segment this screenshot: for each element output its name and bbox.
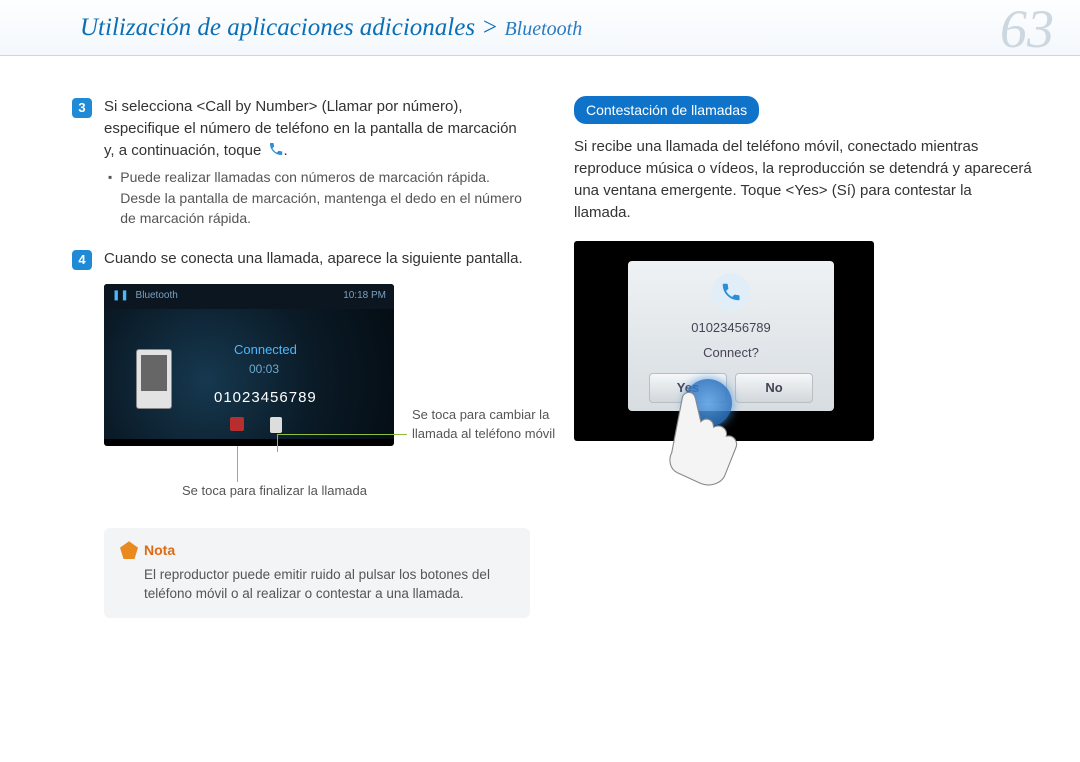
- note-label: Nota: [144, 540, 175, 560]
- page-header: Utilización de aplicaciones adicionales …: [0, 0, 1080, 56]
- ss1-title-text: Bluetooth: [136, 290, 178, 301]
- bullet-dot: ▪: [108, 169, 112, 228]
- device-screenshot-connected: ❚❚ Bluetooth 10:18 PM Connected 00:03 01…: [104, 284, 394, 446]
- right-paragraph: Si recibe una llamada del teléfono móvil…: [574, 136, 1032, 223]
- incoming-number: 01023456789: [628, 319, 834, 338]
- pause-icon: ❚❚: [112, 290, 129, 301]
- ss1-clock: 10:18 PM: [343, 289, 386, 304]
- breadcrumb: Utilización de aplicaciones adicionales …: [80, 14, 1040, 42]
- left-column: 3 Si selecciona <Call by Number> (Llamar…: [72, 96, 530, 618]
- note-text: El reproductor puede emitir ruido al pul…: [144, 566, 514, 604]
- section-pill: Contestación de llamadas: [574, 96, 759, 124]
- figure-1-wrap: ❚❚ Bluetooth 10:18 PM Connected 00:03 01…: [72, 284, 530, 504]
- phone-illustration: [136, 349, 172, 409]
- breadcrumb-sub: Bluetooth: [504, 18, 582, 40]
- call-icon: [268, 141, 284, 157]
- device-screenshot-incoming: 01023456789 Connect? Yes No: [574, 241, 874, 441]
- callout-endcall-text: Se toca para finalizar la llamada: [182, 482, 382, 501]
- content: 3 Si selecciona <Call by Number> (Llamar…: [0, 56, 1080, 638]
- step-3-text: Si selecciona <Call by Number> (Llamar p…: [104, 98, 517, 159]
- step-3-period: .: [284, 142, 288, 159]
- note-icon: [120, 541, 138, 559]
- ss1-body: Connected 00:03 01023456789: [104, 309, 394, 439]
- incoming-question: Connect?: [628, 344, 834, 363]
- step-3-bullet-text: Puede realizar llamadas con números de m…: [120, 167, 530, 228]
- end-call-icon[interactable]: [230, 417, 244, 431]
- note-head: Nota: [120, 540, 514, 560]
- breadcrumb-main: Utilización de aplicaciones adicionales: [80, 14, 475, 41]
- connected-label: Connected: [234, 341, 297, 360]
- right-column: Contestación de llamadas Si recibe una l…: [574, 96, 1032, 618]
- step-number-4: 4: [72, 250, 92, 270]
- ss1-action-icons: [230, 417, 282, 433]
- step-4: 4 Cuando se conecta una llamada, aparece…: [72, 248, 530, 270]
- breadcrumb-sep: >: [481, 14, 498, 41]
- callout-line: [277, 434, 407, 435]
- page-number: 63: [1000, 0, 1054, 60]
- step-3-bullet: ▪ Puede realizar llamadas con números de…: [108, 167, 530, 228]
- switch-to-phone-icon[interactable]: [270, 417, 282, 433]
- callout-switch-text: Se toca para cambiar la llamada al teléf…: [412, 406, 562, 444]
- note-box: Nota El reproductor puede emitir ruido a…: [104, 528, 530, 618]
- step-3-body: Si selecciona <Call by Number> (Llamar p…: [104, 96, 530, 234]
- hand-illustration: [664, 389, 774, 489]
- ss1-statusbar: ❚❚ Bluetooth 10:18 PM: [104, 284, 394, 309]
- call-duration: 00:03: [249, 361, 279, 378]
- step-number-3: 3: [72, 98, 92, 118]
- ss1-title: ❚❚ Bluetooth: [112, 289, 178, 304]
- callout-line: [277, 434, 278, 452]
- callout-line: [237, 446, 238, 482]
- step-4-text: Cuando se conecta una llamada, aparece l…: [104, 248, 530, 270]
- incoming-call-icon: [712, 273, 750, 311]
- step-3: 3 Si selecciona <Call by Number> (Llamar…: [72, 96, 530, 234]
- call-number: 01023456789: [214, 387, 317, 409]
